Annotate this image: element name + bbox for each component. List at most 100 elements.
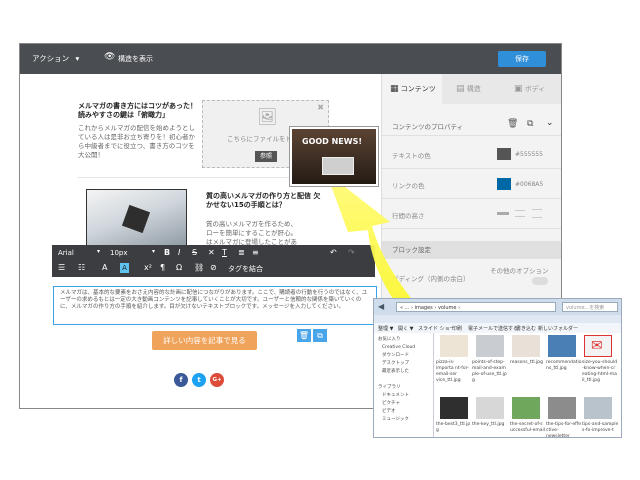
file-name[interactable]: the-key_ttl.jpg: [472, 422, 508, 428]
text-color-icon[interactable]: A: [102, 263, 107, 272]
line-height-option-3[interactable]: [532, 209, 542, 218]
chevron-down-icon[interactable]: ⌄: [546, 118, 554, 128]
toggle-switch[interactable]: [532, 277, 548, 285]
font-size-select[interactable]: 10px: [110, 249, 128, 257]
text-color-hex[interactable]: #555555: [515, 151, 543, 158]
link-icon[interactable]: ⛓: [194, 263, 204, 272]
copy-icon[interactable]: ⧉: [527, 119, 533, 129]
font-select[interactable]: Arial: [58, 249, 74, 257]
sidebar-item-creative-cloud[interactable]: Creative Cloud: [382, 345, 415, 351]
align-center-icon[interactable]: ≡: [252, 248, 259, 257]
menu-organize[interactable]: 整理 ▼: [378, 325, 393, 332]
browse-button[interactable]: 参照: [255, 151, 277, 162]
article-text-1[interactable]: これからメルマガの配信を始めようとしている人は是非お立ち寄りを！初心者から中級者…: [78, 124, 198, 160]
article-text-2[interactable]: 質の高いメルマガを作るため、ローを簡単にすることが肝心。はメルマガに登場したこと…: [206, 220, 301, 247]
italic-icon[interactable]: I: [178, 248, 180, 257]
sidebar-item-recent[interactable]: 最近表示した: [382, 369, 409, 375]
google-plus-icon[interactable]: G+: [210, 373, 224, 387]
subscript-icon[interactable]: x²: [144, 263, 152, 272]
file-thumbnail[interactable]: [476, 397, 504, 419]
chevron-down-icon: ▾: [75, 54, 80, 63]
close-icon[interactable]: ✖: [317, 103, 324, 112]
body-icon: ▣: [514, 84, 523, 94]
view-structure-button[interactable]: 構造を表示: [118, 54, 153, 64]
file-thumbnail[interactable]: [584, 397, 612, 419]
paragraph-icon[interactable]: ¶: [160, 263, 165, 272]
sidebar-item-pictures[interactable]: ピクチャ: [382, 401, 400, 407]
special-char-icon[interactable]: Ω: [176, 263, 182, 272]
file-name[interactable]: tips-and-sample s-fo-improve-t: [582, 422, 620, 434]
back-icon[interactable]: ◀: [378, 302, 384, 311]
tab-structure[interactable]: ▤ 構造: [442, 74, 502, 104]
unlink-icon[interactable]: ⊘: [210, 263, 217, 272]
bold-icon[interactable]: B: [164, 248, 170, 257]
menu-email[interactable]: 電子メールで送信する: [468, 325, 518, 332]
file-thumbnail[interactable]: [548, 397, 576, 419]
bullet-list-icon[interactable]: ☷: [78, 263, 85, 272]
sidebar-item-music[interactable]: ミュージック: [382, 417, 409, 423]
align-left-icon[interactable]: ≣: [238, 248, 245, 257]
tab-content[interactable]: ▦ コンテンツ: [382, 74, 442, 104]
sidebar-item-favorites[interactable]: お気に入り: [378, 337, 401, 343]
size-dropdown-icon[interactable]: ▾: [152, 248, 155, 255]
menu-print[interactable]: 印刷: [452, 325, 462, 332]
file-thumbnail[interactable]: [512, 397, 540, 419]
action-label: アクション: [32, 54, 70, 63]
file-thumbnail[interactable]: [512, 335, 540, 357]
explorer-menu: 整理 ▼ 開く ▼ スライド ショー 印刷 電子メールで送信する 書き込む 新し…: [374, 323, 621, 333]
article-image-2[interactable]: [86, 189, 187, 249]
menu-slideshow[interactable]: スライド ショー: [418, 325, 455, 332]
file-name[interactable]: pizza-is-importa nt-for-email-ser vice_t…: [436, 360, 472, 384]
sidebar-item-desktop[interactable]: デスクトップ: [382, 361, 409, 367]
file-explorer-window: ◀ « ... › images › volume › volume...を検索…: [373, 298, 622, 438]
line-height-option-2[interactable]: [515, 210, 525, 217]
link-color-hex[interactable]: #0068A5: [515, 181, 543, 188]
file-name[interactable]: the-best3_ttl.jp g: [436, 422, 472, 434]
sidebar-item-downloads[interactable]: ダウンロード: [382, 353, 409, 359]
menu-new-folder[interactable]: 新しいフォルダー: [538, 325, 578, 332]
trash-icon[interactable]: 🗑: [507, 119, 518, 129]
sidebar-item-videos[interactable]: ビデオ: [382, 409, 396, 415]
menu-burn[interactable]: 書き込む: [516, 325, 536, 332]
strikethrough-icon[interactable]: S: [192, 248, 197, 257]
article-heading-1[interactable]: メルマガの書き方にはコツがあった！読みやすさの鍵は「俯瞰力」: [78, 102, 198, 120]
file-thumbnail[interactable]: [440, 397, 468, 419]
file-name[interactable]: recommendatio ns_ttl.jpg: [546, 360, 582, 372]
file-thumbnail[interactable]: [440, 335, 468, 357]
explorer-file-grid: ✉ pizza-is-importa nt-for-email-ser vice…: [434, 333, 621, 437]
search-placeholder: volume...を検索: [566, 305, 605, 311]
merge-tags-button[interactable]: タグを結合: [228, 264, 263, 274]
thumbnail-title: GOOD NEWS!: [302, 137, 362, 146]
clear-format-icon[interactable]: ✕: [208, 248, 215, 257]
tab-body[interactable]: ▣ ボディ: [502, 74, 561, 104]
file-thumbnail[interactable]: ✉: [584, 335, 612, 357]
file-name[interactable]: size-you-should -know-when-cr eating-htm…: [582, 360, 620, 384]
file-thumbnail[interactable]: [548, 335, 576, 357]
save-button[interactable]: 保存: [498, 51, 546, 67]
upload-hint: こちらにファイルをドロ: [227, 135, 299, 143]
sidebar-item-libraries[interactable]: ライブラリ: [378, 385, 401, 391]
top-bar: アクション ▾ 👁 構造を表示 保存: [20, 44, 561, 74]
menu-open[interactable]: 開く ▼: [398, 325, 413, 332]
sidebar-item-documents[interactable]: ドキュメント: [382, 393, 409, 399]
laptop-shape: [322, 157, 354, 175]
action-menu[interactable]: アクション ▾: [32, 53, 79, 64]
ordered-list-icon[interactable]: ☰: [58, 263, 65, 272]
file-name[interactable]: the-secret-of-s uccessful-email: [510, 422, 546, 434]
file-name[interactable]: reasons_ttl.jpg: [510, 360, 546, 366]
cta-button[interactable]: 詳しい内容を記事で見る: [152, 331, 257, 350]
underline-icon[interactable]: T: [222, 248, 227, 257]
twitter-icon[interactable]: t: [192, 373, 206, 387]
explorer-search-input[interactable]: volume...を検索: [562, 302, 618, 312]
font-dropdown-icon[interactable]: ▾: [97, 248, 100, 255]
file-thumbnail[interactable]: [476, 335, 504, 357]
file-name[interactable]: points-of-step- mail-and-exam ple-of-use…: [472, 360, 508, 384]
grid-icon: ▦: [390, 84, 399, 94]
file-name[interactable]: the-tips-for-effe ctive-newsletter: [546, 422, 582, 437]
eye-icon: 👁: [104, 52, 116, 62]
address-bar[interactable]: « ... › images › volume ›: [396, 302, 556, 312]
facebook-icon[interactable]: f: [174, 373, 188, 387]
properties-header: コンテンツのプロパティ 🗑 ⧉ ⌄: [382, 116, 561, 136]
highlight-color-icon[interactable]: A: [120, 263, 129, 273]
dragged-image-thumbnail[interactable]: GOOD NEWS!: [290, 127, 378, 186]
